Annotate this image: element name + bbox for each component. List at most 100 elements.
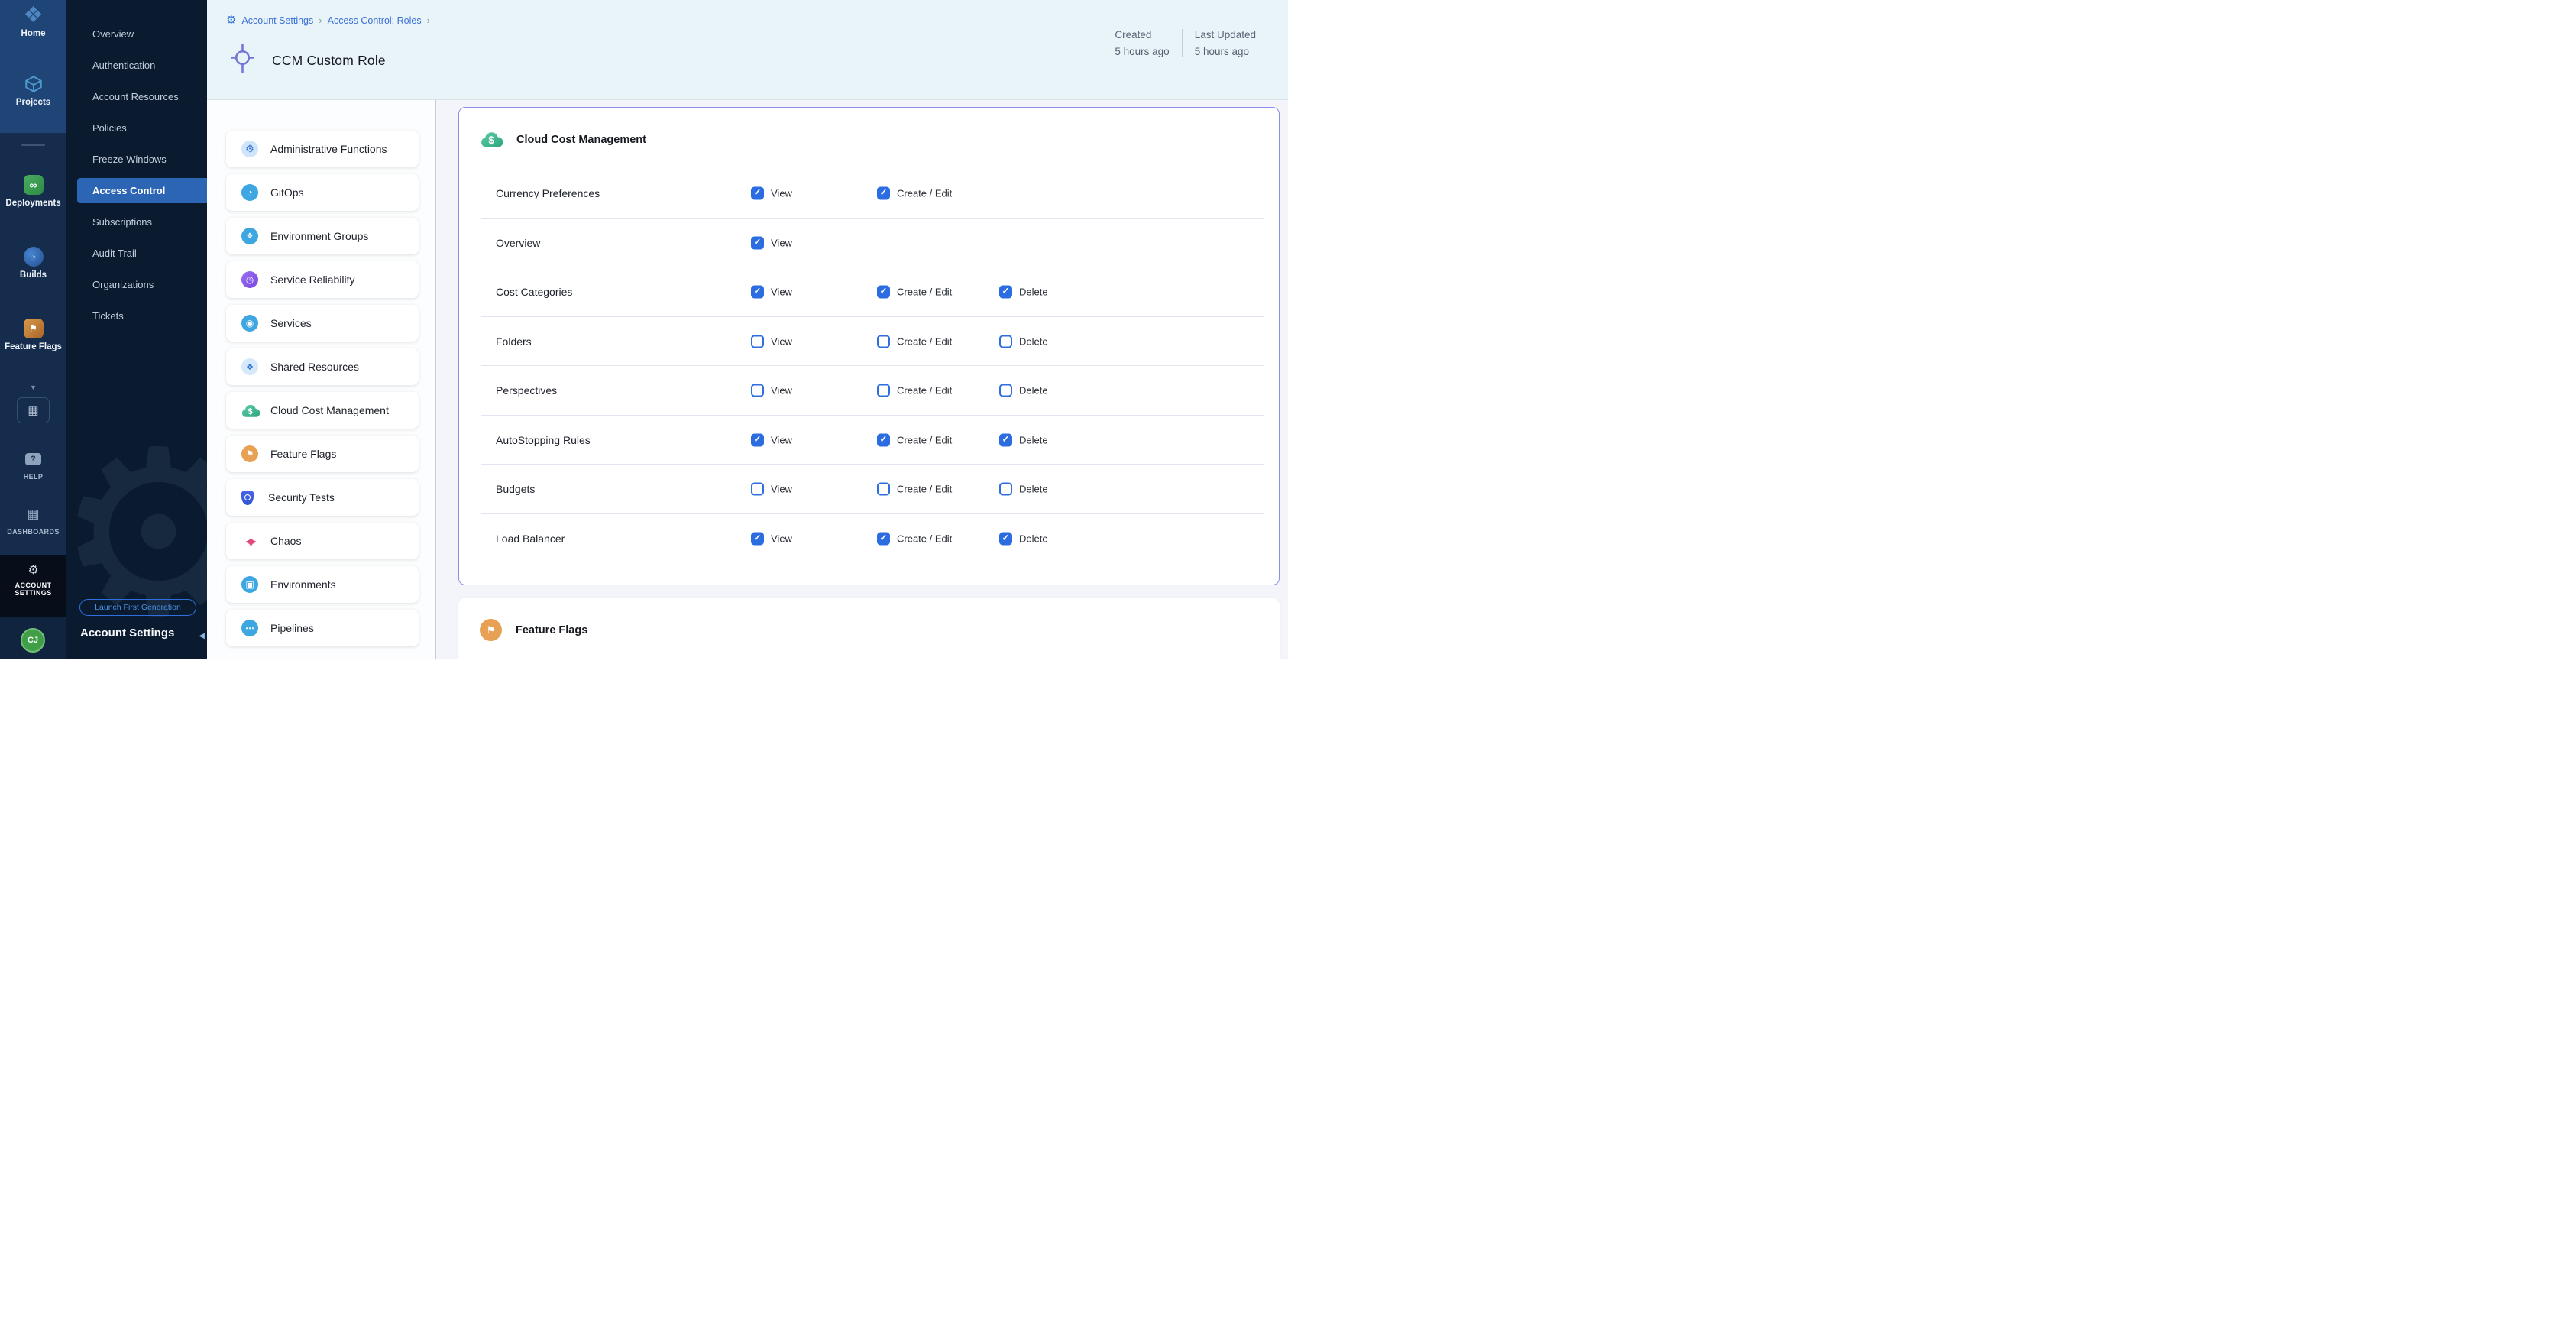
service-reliability-icon: ◷ [241,271,258,288]
nav-item-tickets[interactable]: Tickets [66,300,207,332]
nav-item-label: Authentication [92,60,155,71]
nav-item-account-resources[interactable]: Account Resources [66,81,207,112]
delete-checkbox[interactable] [999,384,1012,397]
delete-cell: Delete [999,483,1048,496]
view-label: View [771,287,792,298]
delete-label: Delete [1019,287,1048,298]
create-edit-checkbox[interactable] [877,335,890,348]
chevron-down-icon[interactable]: ▼ [0,384,66,391]
rail-account-settings-label-1: ACCOUNT [0,581,66,589]
view-label: View [771,385,792,397]
delete-cell: Delete [999,433,1048,446]
view-checkbox[interactable] [751,236,764,249]
resource-label: Environment Groups [270,230,368,242]
rail-item-feature-flags[interactable]: ⚑ Feature Flags [0,317,66,351]
nav-item-audit-trail[interactable]: Audit Trail [66,238,207,269]
delete-checkbox[interactable] [999,286,1012,299]
breadcrumb-account-settings[interactable]: Account Settings [241,15,313,26]
resource-card-gitops[interactable]: ◔ GitOps [226,174,419,211]
module-grid-button[interactable]: ▦ [17,397,50,423]
view-cell: View [751,433,792,446]
delete-checkbox[interactable] [999,532,1012,545]
gitops-icon: ◔ [241,184,258,201]
rail-item-dashboards[interactable]: ▦ DASHBOARDS [0,503,66,536]
resource-card-environments[interactable]: ▣ Environments [226,566,419,603]
rail-section-divider [21,144,45,146]
view-checkbox[interactable] [751,335,764,348]
view-checkbox[interactable] [751,483,764,496]
create-edit-checkbox[interactable] [877,187,890,200]
resource-card-environment-groups[interactable]: ❖ Environment Groups [226,218,419,254]
create-edit-checkbox[interactable] [877,483,890,496]
create-edit-checkbox[interactable] [877,384,890,397]
breadcrumb-access-control-roles[interactable]: Access Control: Roles [328,15,422,26]
resource-card-service-reliability[interactable]: ◷ Service Reliability [226,261,419,298]
delete-checkbox[interactable] [999,433,1012,446]
collapse-panel-icon[interactable]: ◀ [199,632,205,640]
rail-item-home[interactable]: ❖ Home [0,4,66,38]
permission-name: Cost Categories [496,286,572,298]
environments-icon: ▣ [241,576,258,593]
view-cell: View [751,483,792,496]
ccm-permissions-card: $ Cloud Cost Management Currency Prefere… [458,107,1280,585]
create-edit-cell: Create / Edit [877,286,952,299]
create-edit-checkbox[interactable] [877,433,890,446]
delete-cell: Delete [999,532,1048,545]
nav-item-overview[interactable]: Overview [66,18,207,50]
view-checkbox[interactable] [751,286,764,299]
resource-label: Security Tests [268,491,335,504]
rail-projects-label: Projects [0,98,66,107]
view-label: View [771,335,792,347]
view-checkbox[interactable] [751,187,764,200]
resource-label: Feature Flags [270,448,336,460]
delete-checkbox[interactable] [999,335,1012,348]
view-checkbox[interactable] [751,532,764,545]
breadcrumb: ⚙ Account Settings › Access Control: Rol… [226,15,430,26]
nav-item-organizations[interactable]: Organizations [66,269,207,300]
delete-checkbox[interactable] [999,483,1012,496]
role-crosshair-icon [230,43,255,78]
create-edit-label: Create / Edit [897,188,952,199]
resource-label: Chaos [270,535,301,547]
resource-card-administrative-functions[interactable]: ⚙ Administrative Functions [226,131,419,167]
feature-flags-module-icon: ⚑ [24,319,44,338]
nav-item-access-control[interactable]: Access Control [77,178,207,203]
nav-item-freeze-windows[interactable]: Freeze Windows [66,144,207,175]
page-title-row: CCM Custom Role [230,43,386,78]
user-avatar[interactable]: CJ [21,628,45,653]
breadcrumb-gear-icon: ⚙ [226,15,236,26]
resource-card-shared-resources[interactable]: ❖ Shared Resources [226,348,419,385]
nav-item-label: Access Control [92,185,165,196]
permission-row-folders: Folders View Create / Edit Delete [459,317,1279,367]
nav-panel-title: Account Settings [80,627,174,640]
launch-first-generation-button[interactable]: Launch First Generation [79,599,196,616]
content-vertical-divider [435,100,436,659]
view-checkbox[interactable] [751,384,764,397]
rail-dashboards-label: DASHBOARDS [0,528,66,536]
resource-card-chaos[interactable]: ◀▶ Chaos [226,523,419,559]
create-edit-label: Create / Edit [897,335,952,347]
nav-item-subscriptions[interactable]: Subscriptions [66,206,207,238]
create-edit-checkbox[interactable] [877,532,890,545]
create-edit-checkbox[interactable] [877,286,890,299]
nav-item-policies[interactable]: Policies [66,112,207,144]
resource-card-services[interactable]: ◉ Services [226,305,419,342]
rail-item-help[interactable]: ? HELP [0,448,66,481]
nav-item-authentication[interactable]: Authentication [66,50,207,81]
feature-flags-section-header: ⚑ Feature Flags [480,619,587,641]
resource-card-cloud-cost-management[interactable]: $ Cloud Cost Management [226,392,419,429]
resource-label: Services [270,317,312,329]
services-icon: ◉ [241,315,258,332]
rail-item-builds[interactable]: ◔ Builds [0,245,66,280]
view-checkbox[interactable] [751,433,764,446]
rail-item-deployments[interactable]: ∞ Deployments [0,173,66,208]
resource-card-security-tests[interactable]: Security Tests [226,479,419,516]
permission-row-autostopping-rules: AutoStopping Rules View Create / Edit De… [459,416,1279,465]
create-edit-cell: Create / Edit [877,433,952,446]
rail-builds-label: Builds [0,270,66,280]
environment-groups-icon: ❖ [241,228,258,244]
rail-item-projects[interactable]: Projects [0,73,66,107]
rail-item-account-settings[interactable]: ⚙ ACCOUNT SETTINGS [0,562,66,597]
resource-card-feature-flags[interactable]: ⚑ Feature Flags [226,436,419,472]
resource-card-pipelines[interactable]: ⋯ Pipelines [226,610,419,646]
